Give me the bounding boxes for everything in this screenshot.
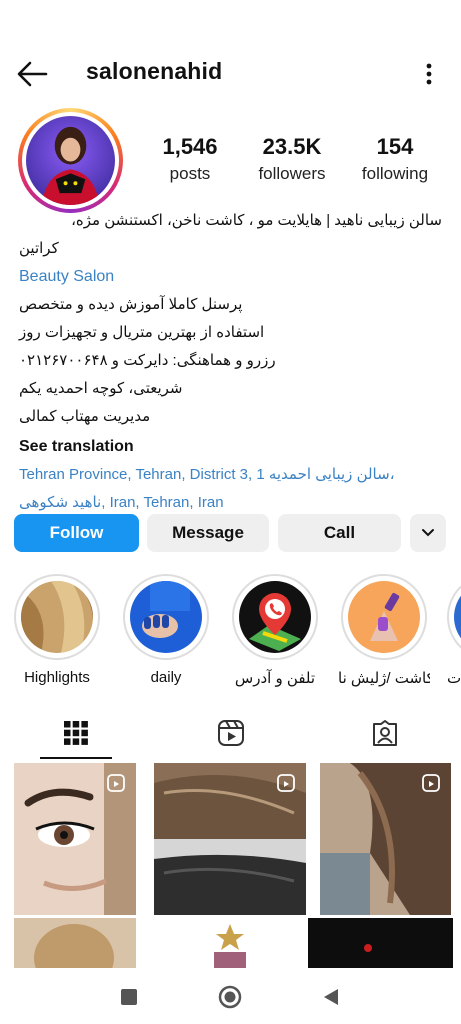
phone-location-icon (239, 581, 311, 653)
followers-stat[interactable]: 23.5K followers (252, 134, 332, 184)
highlight-label: Highlights (24, 669, 90, 686)
nail-polish-icon (348, 581, 420, 653)
back-nav-icon[interactable] (322, 987, 340, 1007)
bio-line-1: سالن زیبایی ناهید | هایلایت مو ، کاشت نا… (71, 212, 442, 229)
grid-icon[interactable] (63, 720, 89, 746)
recent-apps-icon[interactable] (120, 988, 138, 1006)
post-thumbnail[interactable] (154, 918, 306, 970)
post-thumbnail[interactable] (154, 763, 306, 915)
reels-icon[interactable] (217, 719, 245, 747)
bio-line-5: رزرو و هماهنگی: دایرکت و ۰۲۱۲۶۷۰۰۶۴۸ (19, 352, 276, 369)
highlight-label: ت (447, 670, 461, 687)
followers-label: followers (258, 164, 326, 183)
highlight-image (454, 581, 461, 653)
post-thumbnail[interactable] (14, 918, 136, 970)
top-bar: salonenahid (0, 52, 461, 96)
active-tab-indicator (40, 757, 112, 759)
tagged-icon[interactable] (371, 719, 399, 747)
more-options-icon[interactable] (423, 60, 435, 88)
highlight-nails-image (130, 581, 202, 653)
highlight-hair-image (21, 581, 93, 653)
message-button[interactable]: Message (147, 514, 269, 552)
posts-label: posts (169, 164, 211, 183)
highlight-item[interactable]: daily (120, 574, 212, 686)
profile-username: salonenahid (86, 58, 223, 84)
highlight-item[interactable]: تلفن و آدرس (229, 574, 321, 687)
highlight-label: تلفن و آدرس (234, 670, 316, 687)
bio-line-2: کراتین (19, 240, 59, 257)
category-link[interactable]: Beauty Salon (19, 263, 442, 291)
following-count: 154 (376, 134, 414, 159)
bio-line-3: پرسنل کاملا آموزش دیده و متخصص (19, 296, 243, 313)
posts-stat[interactable]: 1,546 posts (156, 134, 224, 184)
follow-button[interactable]: Follow (14, 514, 139, 552)
chevron-down-icon (422, 529, 434, 537)
highlight-label: daily (150, 669, 182, 686)
profile-tabs (0, 712, 461, 758)
posts-count: 1,546 (162, 134, 218, 159)
location-link-2[interactable]: ناهید شکوهی, Iran, Tehran, Iran (19, 489, 442, 517)
post-thumbnail[interactable] (14, 763, 136, 915)
post-thumbnail[interactable] (320, 763, 451, 915)
suggested-accounts-button[interactable] (410, 514, 446, 552)
bio-line-6: شریعتی، کوچه احمدیه یکم (19, 380, 183, 397)
highlight-item[interactable]: Highlights (11, 574, 103, 686)
hair-photo (14, 918, 136, 970)
see-translation-link[interactable]: See translation (19, 433, 442, 461)
profile-avatar[interactable] (18, 108, 123, 213)
reel-indicator-icon (107, 774, 125, 792)
reel-indicator-icon (422, 774, 440, 792)
following-label: following (361, 164, 429, 183)
profile-bio: سالن زیبایی ناهید | هایلایت مو ، کاشت نا… (19, 207, 442, 517)
bio-line-7: مدیریت مهتاب کمالی (19, 408, 151, 425)
highlight-item[interactable]: کاشت /ژلیش نا... (338, 574, 430, 687)
salon-logo-photo (154, 918, 306, 970)
call-button[interactable]: Call (278, 514, 401, 552)
followers-count: 23.5K (262, 134, 322, 159)
highlight-label: کاشت /ژلیش نا... (338, 670, 430, 687)
back-arrow-icon[interactable] (16, 60, 48, 88)
system-navigation-bar (0, 968, 461, 1024)
post-thumbnail[interactable] (308, 918, 453, 970)
location-link-1[interactable]: Tehran Province, Tehran, District 3, سال… (19, 461, 442, 489)
dark-photo (308, 918, 453, 970)
following-stat[interactable]: 154 following (352, 134, 438, 184)
avatar-photo (26, 116, 115, 205)
reel-indicator-icon (277, 774, 295, 792)
bio-line-4: استفاده از بهترین متریال و تجهیزات روز (19, 324, 265, 341)
highlight-item[interactable]: ت (447, 574, 461, 687)
home-icon[interactable] (218, 985, 242, 1009)
